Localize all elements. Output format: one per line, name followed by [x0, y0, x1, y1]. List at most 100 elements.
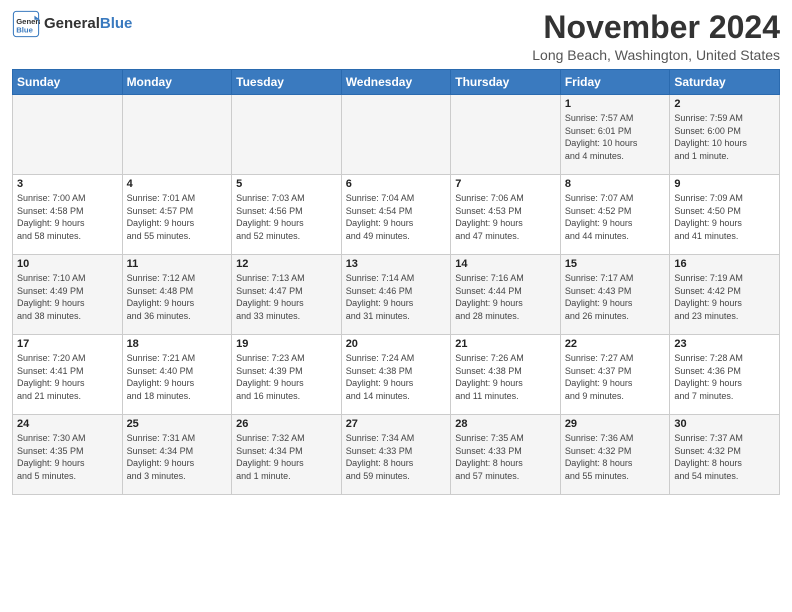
- day-info: Sunrise: 7:59 AMSunset: 6:00 PMDaylight:…: [674, 112, 775, 162]
- col-thursday: Thursday: [451, 70, 561, 95]
- day-number: 16: [674, 258, 775, 270]
- calendar-cell: 5 Sunrise: 7:03 AMSunset: 4:56 PMDaylight…: [232, 175, 342, 255]
- header: General Blue GeneralBlue November 2024 L…: [12, 10, 780, 63]
- day-number: 5: [236, 178, 337, 190]
- calendar-cell: [122, 95, 232, 175]
- day-number: 14: [455, 258, 556, 270]
- col-monday: Monday: [122, 70, 232, 95]
- calendar-cell: [341, 95, 451, 175]
- day-info: Sunrise: 7:57 AMSunset: 6:01 PMDaylight:…: [565, 112, 666, 162]
- day-info: Sunrise: 7:01 AMSunset: 4:57 PMDaylight:…: [127, 192, 228, 242]
- header-row: Sunday Monday Tuesday Wednesday Thursday…: [13, 70, 780, 95]
- calendar-cell: 12Sunrise: 7:13 AMSunset: 4:47 PMDayligh…: [232, 255, 342, 335]
- calendar-cell: [232, 95, 342, 175]
- calendar-cell: 21Sunrise: 7:26 AMSunset: 4:38 PMDayligh…: [451, 335, 561, 415]
- logo-icon: General Blue: [12, 10, 40, 38]
- calendar-table: Sunday Monday Tuesday Wednesday Thursday…: [12, 69, 780, 495]
- col-friday: Friday: [560, 70, 670, 95]
- day-info: Sunrise: 7:06 AMSunset: 4:53 PMDaylight:…: [455, 192, 556, 242]
- day-info: Sunrise: 7:24 AMSunset: 4:38 PMDaylight:…: [346, 352, 447, 402]
- day-info: Sunrise: 7:14 AMSunset: 4:46 PMDaylight:…: [346, 272, 447, 322]
- page-container: General Blue GeneralBlue November 2024 L…: [0, 0, 792, 501]
- calendar-cell: 28Sunrise: 7:35 AMSunset: 4:33 PMDayligh…: [451, 415, 561, 495]
- calendar-week-3: 17Sunrise: 7:20 AMSunset: 4:41 PMDayligh…: [13, 335, 780, 415]
- day-number: 13: [346, 258, 447, 270]
- day-info: Sunrise: 7:30 AMSunset: 4:35 PMDaylight:…: [17, 432, 118, 482]
- logo-line2: Blue: [100, 15, 133, 32]
- day-info: Sunrise: 7:17 AMSunset: 4:43 PMDaylight:…: [565, 272, 666, 322]
- col-tuesday: Tuesday: [232, 70, 342, 95]
- day-number: 4: [127, 178, 228, 190]
- calendar-cell: 2Sunrise: 7:59 AMSunset: 6:00 PMDaylight…: [670, 95, 780, 175]
- calendar-week-2: 10Sunrise: 7:10 AMSunset: 4:49 PMDayligh…: [13, 255, 780, 335]
- day-info: Sunrise: 7:20 AMSunset: 4:41 PMDaylight:…: [17, 352, 118, 402]
- calendar-cell: 10Sunrise: 7:10 AMSunset: 4:49 PMDayligh…: [13, 255, 123, 335]
- calendar-cell: 9 Sunrise: 7:09 AMSunset: 4:50 PMDaylight…: [670, 175, 780, 255]
- calendar-week-1: 3Sunrise: 7:00 AMSunset: 4:58 PMDaylight…: [13, 175, 780, 255]
- calendar-cell: 1Sunrise: 7:57 AMSunset: 6:01 PMDaylight…: [560, 95, 670, 175]
- calendar-cell: 22 Sunrise: 7:27 AMSunset: 4:37 PMDayligh…: [560, 335, 670, 415]
- calendar-cell: 23 Sunrise: 7:28 AMSunset: 4:36 PMDayligh…: [670, 335, 780, 415]
- calendar-cell: 14 Sunrise: 7:16 AMSunset: 4:44 PMDayligh…: [451, 255, 561, 335]
- day-number: 19: [236, 338, 337, 350]
- day-info: Sunrise: 7:21 AMSunset: 4:40 PMDaylight:…: [127, 352, 228, 402]
- day-info: Sunrise: 7:37 AMSunset: 4:32 PMDaylight:…: [674, 432, 775, 482]
- day-info: Sunrise: 7:19 AMSunset: 4:42 PMDaylight:…: [674, 272, 775, 322]
- day-info: Sunrise: 7:04 AMSunset: 4:54 PMDaylight:…: [346, 192, 447, 242]
- calendar-cell: 8Sunrise: 7:07 AMSunset: 4:52 PMDaylight…: [560, 175, 670, 255]
- day-info: Sunrise: 7:13 AMSunset: 4:47 PMDaylight:…: [236, 272, 337, 322]
- day-info: Sunrise: 7:34 AMSunset: 4:33 PMDaylight:…: [346, 432, 447, 482]
- logo-line1: General: [44, 15, 100, 32]
- day-number: 30: [674, 418, 775, 430]
- day-number: 18: [127, 338, 228, 350]
- day-info: Sunrise: 7:10 AMSunset: 4:49 PMDaylight:…: [17, 272, 118, 322]
- day-number: 26: [236, 418, 337, 430]
- day-number: 9: [674, 178, 775, 190]
- day-number: 23: [674, 338, 775, 350]
- day-info: Sunrise: 7:32 AMSunset: 4:34 PMDaylight:…: [236, 432, 337, 482]
- day-info: Sunrise: 7:36 AMSunset: 4:32 PMDaylight:…: [565, 432, 666, 482]
- calendar-cell: 24 Sunrise: 7:30 AMSunset: 4:35 PMDayligh…: [13, 415, 123, 495]
- day-info: Sunrise: 7:27 AMSunset: 4:37 PMDaylight:…: [565, 352, 666, 402]
- calendar-cell: 29 Sunrise: 7:36 AMSunset: 4:32 PMDayligh…: [560, 415, 670, 495]
- day-number: 24: [17, 418, 118, 430]
- day-number: 20: [346, 338, 447, 350]
- calendar-week-0: 1Sunrise: 7:57 AMSunset: 6:01 PMDaylight…: [13, 95, 780, 175]
- day-number: 25: [127, 418, 228, 430]
- day-info: Sunrise: 7:28 AMSunset: 4:36 PMDaylight:…: [674, 352, 775, 402]
- day-info: Sunrise: 7:12 AMSunset: 4:48 PMDaylight:…: [127, 272, 228, 322]
- calendar-cell: 18 Sunrise: 7:21 AMSunset: 4:40 PMDayligh…: [122, 335, 232, 415]
- svg-text:Blue: Blue: [16, 25, 33, 34]
- logo: General Blue GeneralBlue: [12, 10, 132, 38]
- col-saturday: Saturday: [670, 70, 780, 95]
- day-number: 29: [565, 418, 666, 430]
- calendar-cell: 17Sunrise: 7:20 AMSunset: 4:41 PMDayligh…: [13, 335, 123, 415]
- col-wednesday: Wednesday: [341, 70, 451, 95]
- day-info: Sunrise: 7:09 AMSunset: 4:50 PMDaylight:…: [674, 192, 775, 242]
- calendar-cell: 30 Sunrise: 7:37 AMSunset: 4:32 PMDayligh…: [670, 415, 780, 495]
- day-number: 3: [17, 178, 118, 190]
- day-number: 15: [565, 258, 666, 270]
- day-number: 6: [346, 178, 447, 190]
- day-info: Sunrise: 7:03 AMSunset: 4:56 PMDaylight:…: [236, 192, 337, 242]
- col-sunday: Sunday: [13, 70, 123, 95]
- calendar-cell: 26 Sunrise: 7:32 AMSunset: 4:34 PMDayligh…: [232, 415, 342, 495]
- day-number: 28: [455, 418, 556, 430]
- day-number: 8: [565, 178, 666, 190]
- calendar-cell: 20 Sunrise: 7:24 AMSunset: 4:38 PMDayligh…: [341, 335, 451, 415]
- calendar-week-4: 24 Sunrise: 7:30 AMSunset: 4:35 PMDayligh…: [13, 415, 780, 495]
- calendar-cell: 6 Sunrise: 7:04 AMSunset: 4:54 PMDaylight…: [341, 175, 451, 255]
- day-number: 22: [565, 338, 666, 350]
- calendar-cell: 3Sunrise: 7:00 AMSunset: 4:58 PMDaylight…: [13, 175, 123, 255]
- day-info: Sunrise: 7:31 AMSunset: 4:34 PMDaylight:…: [127, 432, 228, 482]
- calendar-cell: 16 Sunrise: 7:19 AMSunset: 4:42 PMDayligh…: [670, 255, 780, 335]
- calendar-cell: 15 Sunrise: 7:17 AMSunset: 4:43 PMDayligh…: [560, 255, 670, 335]
- logo-text: GeneralBlue: [44, 15, 132, 33]
- day-info: Sunrise: 7:16 AMSunset: 4:44 PMDaylight:…: [455, 272, 556, 322]
- day-info: Sunrise: 7:26 AMSunset: 4:38 PMDaylight:…: [455, 352, 556, 402]
- calendar-cell: 19 Sunrise: 7:23 AMSunset: 4:39 PMDayligh…: [232, 335, 342, 415]
- day-info: Sunrise: 7:23 AMSunset: 4:39 PMDaylight:…: [236, 352, 337, 402]
- calendar-cell: [13, 95, 123, 175]
- calendar-cell: [451, 95, 561, 175]
- day-number: 27: [346, 418, 447, 430]
